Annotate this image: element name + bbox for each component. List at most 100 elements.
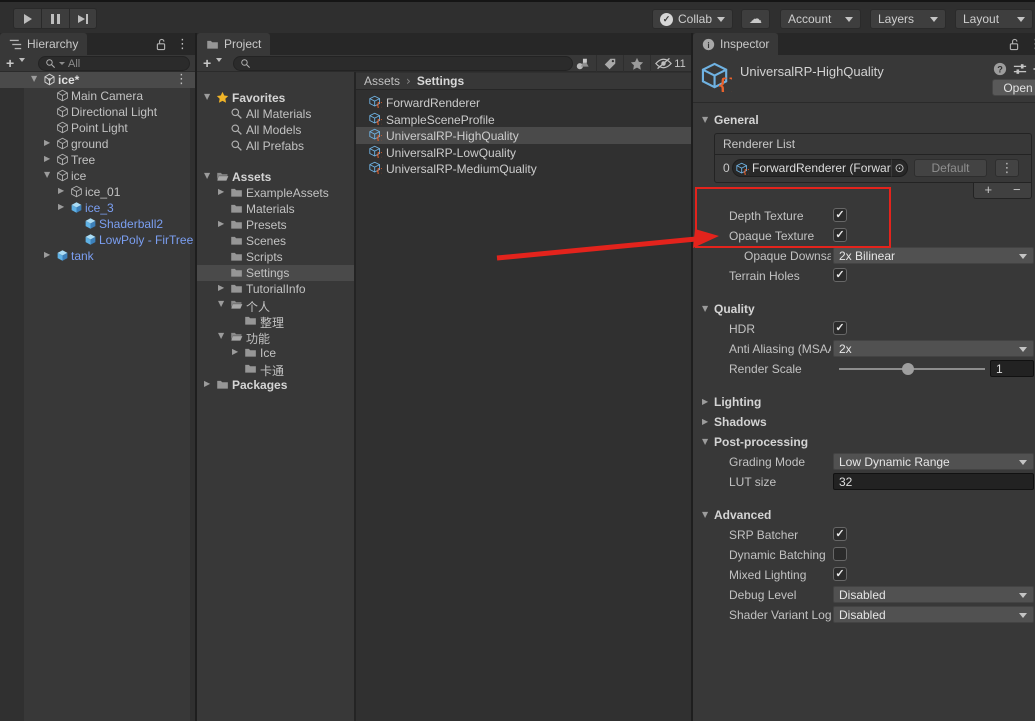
object-picker-icon[interactable]: ⊙ <box>891 159 908 177</box>
tab-project[interactable]: Project <box>197 33 270 55</box>
section-quality[interactable]: ▼ Quality <box>693 299 1035 319</box>
foldout-expanded-icon[interactable]: ▼ <box>702 510 708 519</box>
scene-menu-kebab-icon[interactable]: ⋮ <box>175 73 188 86</box>
property-terrain-holes[interactable]: Terrain Holes✓ <box>693 266 1035 286</box>
file-universalrp-mediumquality[interactable]: {} UniversalRP-MediumQuality <box>356 160 691 177</box>
property-mixed-lighting[interactable]: Mixed Lighting✓ <box>693 565 1035 585</box>
foldout-expanded-icon[interactable]: ▼ <box>204 92 210 101</box>
project-folder-tutorialinfo[interactable]: ▶TutorialInfo <box>197 281 354 297</box>
property-srp-batcher[interactable]: SRP Batcher✓ <box>693 525 1035 545</box>
foldout-collapsed-icon[interactable]: ▶ <box>58 186 64 195</box>
layers-dropdown[interactable]: Layers <box>870 9 946 29</box>
search-by-type-button[interactable] <box>569 55 596 72</box>
account-dropdown[interactable]: Account <box>780 9 861 29</box>
foldout-collapsed-icon[interactable]: ▶ <box>702 417 708 426</box>
section-advanced[interactable]: ▼ Advanced <box>693 505 1035 525</box>
collab-button[interactable]: ✓ Collab <box>652 9 733 29</box>
property-debug-level[interactable]: Debug LevelDisabled <box>693 585 1035 605</box>
file-samplesceneprofile[interactable]: {} SampleSceneProfile <box>356 111 691 128</box>
pause-button[interactable] <box>41 8 69 29</box>
breadcrumb-leaf[interactable]: Settings <box>417 74 464 88</box>
project-folder-卡通[interactable]: 卡通 <box>197 361 354 377</box>
hierarchy-item-ice-3[interactable]: ▶ice_3 <box>0 200 195 216</box>
menu-kebab-icon[interactable]: ⋮ <box>1029 38 1035 51</box>
project-folder-scripts[interactable]: Scripts <box>197 249 354 265</box>
property-dynamic-batching[interactable]: Dynamic Batching <box>693 545 1035 565</box>
project-folder-个人[interactable]: ▼个人 <box>197 297 354 313</box>
step-button[interactable] <box>69 8 97 29</box>
foldout-collapsed-icon[interactable]: ▶ <box>218 283 224 292</box>
file-forwardrenderer[interactable]: {} ForwardRenderer <box>356 94 691 111</box>
project-folder-all-models[interactable]: All Models <box>197 122 354 138</box>
open-button[interactable]: Open <box>992 79 1035 96</box>
tab-inspector[interactable]: i Inspector <box>693 33 778 55</box>
foldout-expanded-icon[interactable]: ▼ <box>44 170 50 179</box>
hierarchy-item-shaderball2[interactable]: Shaderball2 <box>0 216 195 232</box>
property-shader-variant-log-level[interactable]: Shader Variant Log LevelDisabled <box>693 605 1035 625</box>
checkbox-checked[interactable]: ✓ <box>833 321 847 335</box>
checkbox-checked[interactable]: ✓ <box>833 527 847 541</box>
dropdown[interactable]: 2x <box>833 340 1034 357</box>
project-folder-materials[interactable]: Materials <box>197 201 354 217</box>
foldout-collapsed-icon[interactable]: ▶ <box>44 250 50 259</box>
hierarchy-search-input[interactable]: All <box>38 56 190 71</box>
foldout-expanded-icon[interactable]: ▼ <box>702 304 708 313</box>
presets-icon[interactable] <box>1013 62 1027 76</box>
property-anti-aliasing-msaa-[interactable]: Anti Aliasing (MSAA)2x <box>693 339 1035 359</box>
remove-renderer-button[interactable]: − <box>1003 183 1032 198</box>
project-folder-整理[interactable]: 整理 <box>197 313 354 329</box>
foldout-collapsed-icon[interactable]: ▶ <box>204 379 210 388</box>
foldout-collapsed-icon[interactable]: ▶ <box>218 187 224 196</box>
property-lut-size[interactable]: LUT size32 <box>693 472 1035 492</box>
foldout-collapsed-icon[interactable]: ▶ <box>702 397 708 406</box>
search-by-label-button[interactable] <box>596 55 623 72</box>
lock-icon[interactable] <box>1008 38 1020 51</box>
foldout-collapsed-icon[interactable]: ▶ <box>218 219 224 228</box>
help-icon[interactable]: ? <box>993 62 1007 76</box>
hierarchy-item-ground[interactable]: ▶ground <box>0 136 195 152</box>
foldout-expanded-icon[interactable]: ▼ <box>218 331 224 340</box>
section-general[interactable]: ▼ General <box>693 112 1035 130</box>
checkbox-checked[interactable]: ✓ <box>833 268 847 282</box>
property-depth-texture[interactable]: Depth Texture✓ <box>693 206 1035 226</box>
project-folder-exampleassets[interactable]: ▶ExampleAssets <box>197 185 354 201</box>
hierarchy-item-tank[interactable]: ▶tank <box>0 248 195 264</box>
property-opaque-texture[interactable]: Opaque Texture✓ <box>693 226 1035 246</box>
dropdown[interactable]: Disabled <box>833 586 1034 603</box>
checkbox-checked[interactable]: ✓ <box>833 567 847 581</box>
layout-dropdown[interactable]: Layout <box>955 9 1033 29</box>
project-folder-settings[interactable]: Settings <box>197 265 354 281</box>
hierarchy-item-main-camera[interactable]: Main Camera <box>0 88 195 104</box>
file-universalrp-lowquality[interactable]: {} UniversalRP-LowQuality <box>356 144 691 161</box>
add-renderer-button[interactable]: + <box>974 183 1003 198</box>
file-universalrp-highquality[interactable]: {} UniversalRP-HighQuality <box>356 127 691 144</box>
slider-handle[interactable] <box>902 363 914 375</box>
project-folder-all-prefabs[interactable]: All Prefabs <box>197 138 354 154</box>
hierarchy-item-point-light[interactable]: Point Light <box>0 120 195 136</box>
checkbox-checked[interactable]: ✓ <box>833 208 847 222</box>
section-lighting[interactable]: ▶ Lighting <box>693 392 1035 412</box>
property-opaque-downsampling[interactable]: Opaque Downsampling2x Bilinear <box>693 246 1035 266</box>
section-shadows[interactable]: ▶ Shadows <box>693 412 1035 432</box>
slider-value-field[interactable]: 1 <box>990 360 1034 377</box>
checkbox-unchecked[interactable] <box>833 547 847 561</box>
foldout-collapsed-icon[interactable]: ▶ <box>232 347 238 356</box>
scene-row[interactable]: ▼ ice* ⋮ <box>0 72 195 88</box>
foldout-expanded-icon[interactable]: ▼ <box>204 171 210 180</box>
favorites-filter-button[interactable] <box>623 55 650 72</box>
hidden-packages-button[interactable]: 11 <box>650 55 690 72</box>
number-field[interactable]: 32 <box>833 473 1034 490</box>
hierarchy-item-tree[interactable]: ▶Tree <box>0 152 195 168</box>
project-folder-presets[interactable]: ▶Presets <box>197 217 354 233</box>
foldout-expanded-icon[interactable]: ▼ <box>702 437 708 446</box>
property-hdr[interactable]: HDR✓ <box>693 319 1035 339</box>
dropdown[interactable]: 2x Bilinear <box>833 247 1034 264</box>
renderer-object-field[interactable]: {} ForwardRenderer (Forward Renderer) <box>732 159 908 177</box>
foldout-expanded-icon[interactable]: ▼ <box>218 299 224 308</box>
lock-icon[interactable] <box>155 38 167 51</box>
foldout-collapsed-icon[interactable]: ▶ <box>44 138 50 147</box>
foldout-collapsed-icon[interactable]: ▶ <box>58 202 64 211</box>
foldout-collapsed-icon[interactable]: ▶ <box>44 154 50 163</box>
hierarchy-item-ice-01[interactable]: ▶ice_01 <box>0 184 195 200</box>
menu-kebab-icon[interactable]: ⋮ <box>176 38 189 51</box>
